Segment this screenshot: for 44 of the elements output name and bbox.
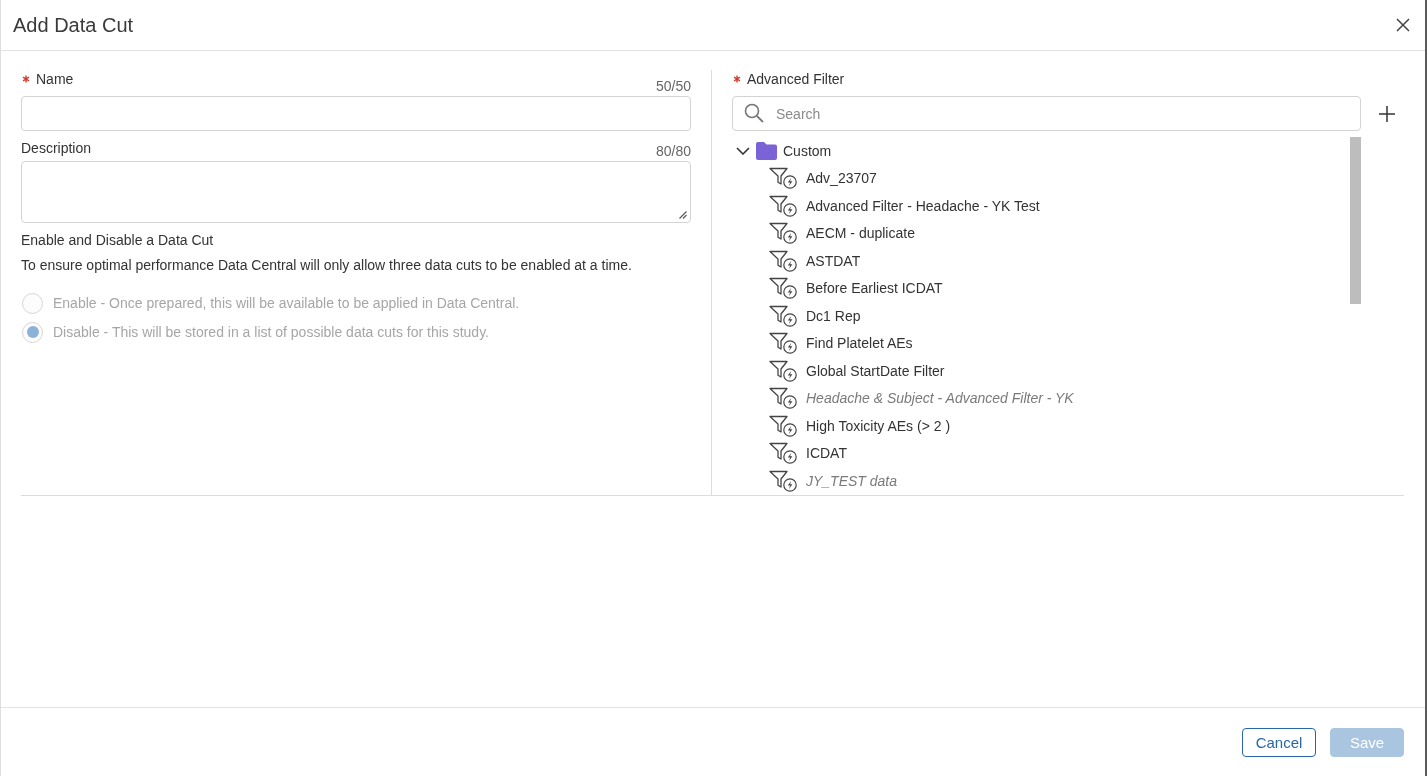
- tree-item[interactable]: Find Platelet AEs: [769, 329, 913, 357]
- tree-item[interactable]: ICDAT: [769, 439, 847, 467]
- description-field[interactable]: [21, 161, 691, 223]
- dialog-title: Add Data Cut: [13, 13, 134, 37]
- section-heading: Enable and Disable a Data Cut: [21, 231, 215, 249]
- filter-icon: [769, 194, 797, 217]
- close-icon[interactable]: [1396, 18, 1410, 32]
- tree-item[interactable]: ASTDAT: [769, 247, 861, 275]
- filter-icon: [769, 222, 797, 245]
- plus-icon[interactable]: [1379, 105, 1395, 122]
- scrollbar-thumb[interactable]: [1350, 137, 1361, 304]
- filter-icon: [769, 167, 797, 190]
- folder-icon: [756, 141, 777, 160]
- tree-item[interactable]: Adv_23707: [769, 164, 877, 192]
- tree-item[interactable]: Dc1 Rep: [769, 302, 861, 330]
- tree-item[interactable]: High Toxicity AEs (> 2 ): [769, 412, 951, 440]
- filter-icon: [769, 359, 797, 382]
- filter-icon: [769, 442, 797, 465]
- character-counter: 80/80: [655, 142, 691, 160]
- tree-item[interactable]: Global StartDate Filter: [769, 357, 945, 385]
- name-field[interactable]: [21, 96, 691, 131]
- character-counter: 50/50: [655, 77, 691, 95]
- filter-icon: [769, 304, 797, 327]
- tree-item[interactable]: AECM - duplicate: [769, 219, 915, 247]
- filter-icon: [769, 249, 797, 272]
- radio-label: Disable - This will be stored in a list of possible data cuts for this study.: [53, 323, 489, 341]
- field-label: Description: [21, 139, 92, 157]
- tree-item[interactable]: Before Earliest ICDAT: [769, 274, 943, 302]
- filter-icon: [769, 277, 797, 300]
- search-field[interactable]: Search: [732, 96, 1361, 131]
- tree-folder[interactable]: Custom: [736, 137, 832, 165]
- filter-icon: [769, 414, 797, 437]
- info-text: To ensure optimal performance Data Central will only allow three data cuts to be enabled at a time.: [21, 256, 633, 274]
- resize-handle-icon[interactable]: [679, 211, 687, 219]
- filter-icon: [769, 387, 797, 410]
- filter-icon: [769, 332, 797, 355]
- cancel-button[interactable]: Cancel: [1242, 727, 1316, 757]
- radio-label: Enable - Once prepared, this will be available to be applied in Data Central.: [53, 294, 520, 312]
- search-icon: [744, 103, 764, 123]
- field-label: Name: [36, 70, 74, 88]
- field-label: Advanced Filter: [747, 70, 845, 88]
- chevron-down-icon[interactable]: [736, 146, 750, 155]
- tree-item[interactable]: Advanced Filter - Headache - YK Test: [769, 192, 1040, 220]
- filter-icon: [769, 469, 797, 492]
